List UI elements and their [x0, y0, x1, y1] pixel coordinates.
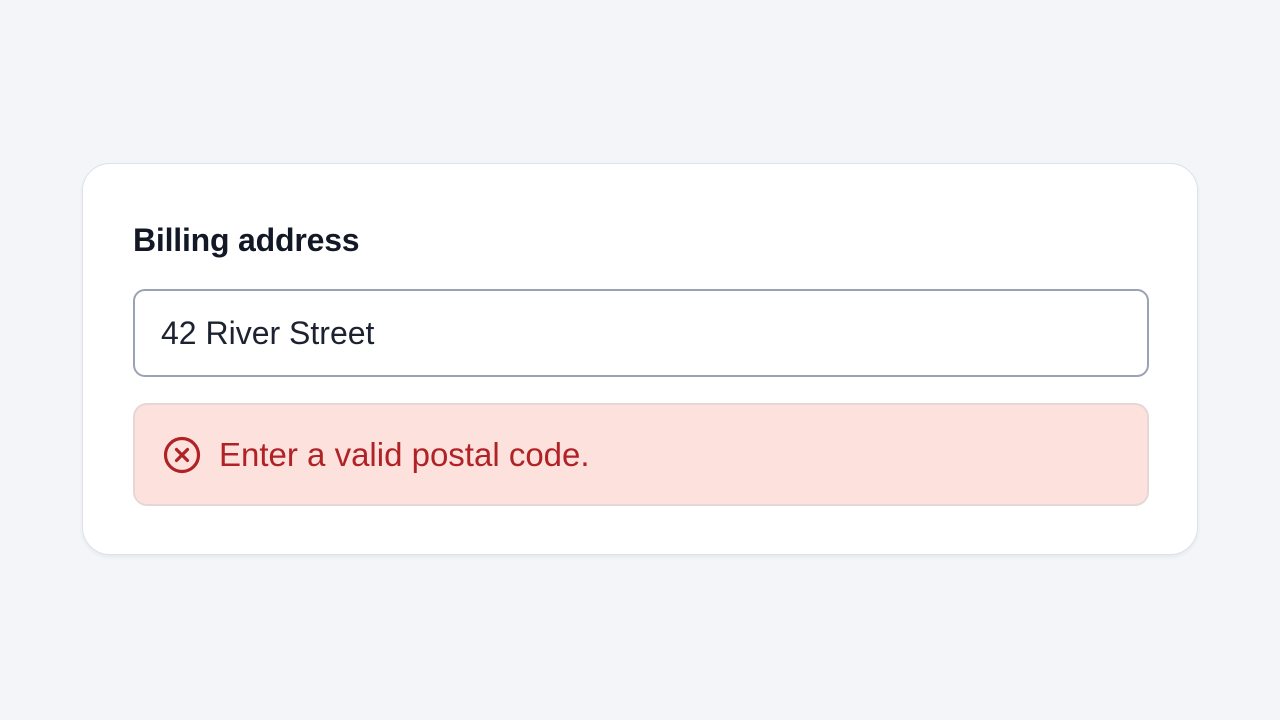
billing-address-card: Billing address Enter a valid postal cod…: [82, 163, 1198, 555]
error-circle-x-icon: [163, 436, 201, 473]
error-message-box: Enter a valid postal code.: [133, 403, 1149, 506]
billing-address-label: Billing address: [133, 222, 360, 258]
billing-address-input[interactable]: [133, 289, 1149, 377]
error-message-text: Enter a valid postal code.: [219, 435, 590, 473]
